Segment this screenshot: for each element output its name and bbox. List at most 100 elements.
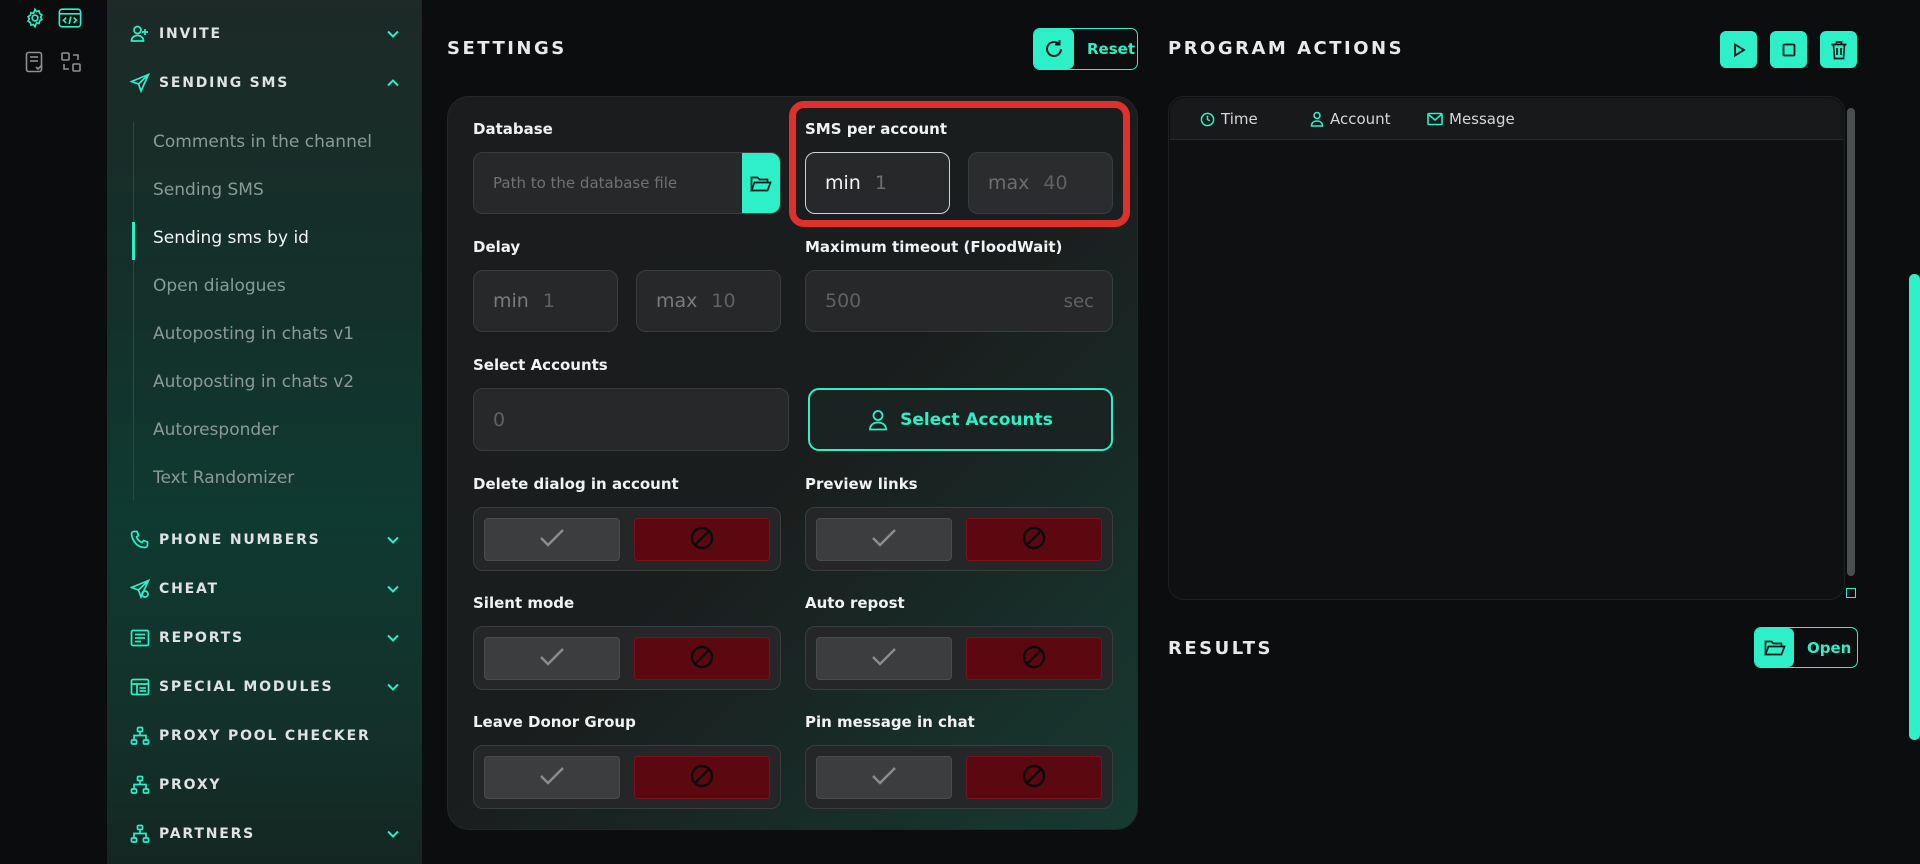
- select-accounts-button[interactable]: Select Accounts: [808, 388, 1113, 451]
- timeout-unit: sec: [1063, 290, 1094, 312]
- program-actions-title: PROGRAM ACTIONS: [1168, 38, 1405, 59]
- folder-open-icon[interactable]: [742, 153, 780, 213]
- toggle-off-button[interactable]: [966, 518, 1102, 561]
- check-icon: [871, 528, 897, 552]
- submenu-active-indicator: [132, 222, 135, 260]
- check-icon: [539, 528, 565, 552]
- toggle-off-button[interactable]: [634, 756, 770, 799]
- swap-icon[interactable]: [59, 50, 83, 74]
- pin-message-label: Pin message in chat: [805, 713, 975, 731]
- chevron-down-icon: [384, 580, 402, 598]
- toggle-on-button[interactable]: [816, 756, 952, 799]
- sidebar-section-phone-numbers[interactable]: PHONE NUMBERS: [129, 525, 402, 555]
- sidebar-section-label: INVITE: [159, 26, 222, 42]
- column-time[interactable]: Time: [1200, 110, 1258, 128]
- sms-min-field[interactable]: min 1: [805, 152, 950, 214]
- network-icon: [129, 725, 151, 747]
- select-accounts-button-label: Select Accounts: [900, 409, 1053, 430]
- stop-button[interactable]: [1770, 31, 1807, 68]
- min-prefix: min: [825, 172, 861, 194]
- timeout-field[interactable]: 500 sec: [805, 270, 1113, 332]
- resize-handle-icon[interactable]: [1846, 588, 1856, 598]
- delete-button[interactable]: [1820, 31, 1857, 68]
- sidebar-section-label: SENDING SMS: [159, 75, 290, 91]
- sidebar-section-special-modules[interactable]: SPECIAL MODULES: [129, 672, 402, 702]
- user-add-icon: [129, 23, 151, 45]
- chevron-down-icon: [384, 629, 402, 647]
- checklist-icon[interactable]: [23, 50, 47, 74]
- icon-rail: [0, 0, 107, 864]
- silent-mode-toggle: [473, 626, 781, 690]
- sidebar-item-sending-sms-by-id[interactable]: Sending sms by id: [153, 223, 309, 253]
- check-icon: [539, 647, 565, 671]
- ban-icon: [689, 763, 715, 793]
- sidebar-item-sending-sms[interactable]: Sending SMS: [153, 175, 264, 205]
- toggle-off-button[interactable]: [634, 518, 770, 561]
- sidebar-section-label: PARTNERS: [159, 826, 256, 842]
- open-results-button[interactable]: Open: [1754, 627, 1858, 668]
- toggle-on-button[interactable]: [484, 518, 620, 561]
- refresh-icon: [1034, 29, 1074, 69]
- toggle-on-button[interactable]: [816, 637, 952, 680]
- toggle-off-button[interactable]: [966, 637, 1102, 680]
- page-scrollbar[interactable]: [1909, 274, 1920, 740]
- toggle-on-button[interactable]: [484, 637, 620, 680]
- timeout-label: Maximum timeout (FloodWait): [805, 238, 1063, 256]
- reset-button[interactable]: Reset: [1033, 28, 1138, 70]
- sidebar-section-partners[interactable]: PARTNERS: [129, 819, 402, 849]
- sidebar-section-label: PHONE NUMBERS: [159, 532, 321, 548]
- code-window-icon[interactable]: [58, 6, 82, 30]
- gear-icon[interactable]: [23, 6, 47, 30]
- sms-max-field[interactable]: max 40: [968, 152, 1113, 214]
- folder-open-icon: [1755, 628, 1794, 667]
- sidebar-section-label: SPECIAL MODULES: [159, 679, 334, 695]
- auto-repost-toggle: [805, 626, 1113, 690]
- column-account[interactable]: Account: [1310, 110, 1391, 128]
- leave-donor-group-label: Leave Donor Group: [473, 713, 636, 731]
- delete-dialog-toggle: [473, 507, 781, 571]
- sidebar-item-autoresponder[interactable]: Autoresponder: [153, 415, 279, 445]
- silent-mode-label: Silent mode: [473, 594, 575, 612]
- toggle-on-button[interactable]: [816, 518, 952, 561]
- sidebar-section-invite[interactable]: INVITE: [129, 19, 402, 49]
- play-icon: [1731, 42, 1747, 58]
- sidebar-section-proxy-pool-checker[interactable]: PROXY POOL CHECKER: [129, 721, 402, 751]
- sidebar-section-proxy[interactable]: PROXY: [129, 770, 402, 800]
- sidebar-section-reports[interactable]: REPORTS: [129, 623, 402, 653]
- timeout-value: 500: [825, 290, 862, 312]
- sidebar-item-open-dialogues[interactable]: Open dialogues: [153, 271, 286, 301]
- accounts-count-field[interactable]: 0: [473, 388, 789, 451]
- toggle-off-button[interactable]: [966, 756, 1102, 799]
- sidebar-item-text-randomizer[interactable]: Text Randomizer: [153, 463, 294, 493]
- sidebar-section-label: PROXY: [159, 777, 222, 793]
- delay-max-field[interactable]: max 10: [636, 270, 781, 332]
- max-prefix: max: [988, 172, 1030, 194]
- chevron-down-icon: [384, 531, 402, 549]
- database-field[interactable]: Path to the database file: [473, 152, 781, 214]
- ban-icon: [1021, 763, 1047, 793]
- delete-dialog-label: Delete dialog in account: [473, 475, 679, 493]
- column-message-label: Message: [1449, 110, 1515, 128]
- column-message[interactable]: Message: [1427, 110, 1515, 128]
- leave-donor-group-toggle: [473, 745, 781, 809]
- check-icon: [539, 766, 565, 790]
- delay-min-field[interactable]: min 1: [473, 270, 618, 332]
- chevron-down-icon: [384, 825, 402, 843]
- modules-icon: [129, 676, 151, 698]
- log-scrollbar[interactable]: [1847, 108, 1855, 576]
- database-placeholder: Path to the database file: [493, 174, 678, 192]
- sidebar-item-autoposting-v2[interactable]: Autoposting in chats v2: [153, 367, 354, 397]
- network-icon: [129, 823, 151, 845]
- phone-icon: [129, 529, 151, 551]
- sidebar-section-cheat[interactable]: CHEAT: [129, 574, 402, 604]
- sidebar-item-autoposting-v1[interactable]: Autoposting in chats v1: [153, 319, 354, 349]
- submenu-line: [133, 122, 134, 500]
- play-button[interactable]: [1720, 31, 1757, 68]
- sidebar-section-sending-sms[interactable]: SENDING SMS: [129, 68, 402, 98]
- accounts-count: 0: [493, 408, 506, 431]
- user-icon: [1310, 111, 1324, 127]
- sidebar-item-comments-in-the-channel[interactable]: Comments in the channel: [153, 127, 372, 157]
- toggle-off-button[interactable]: [634, 637, 770, 680]
- toggle-on-button[interactable]: [484, 756, 620, 799]
- settings-panel: Database Path to the database file SMS p…: [447, 96, 1138, 830]
